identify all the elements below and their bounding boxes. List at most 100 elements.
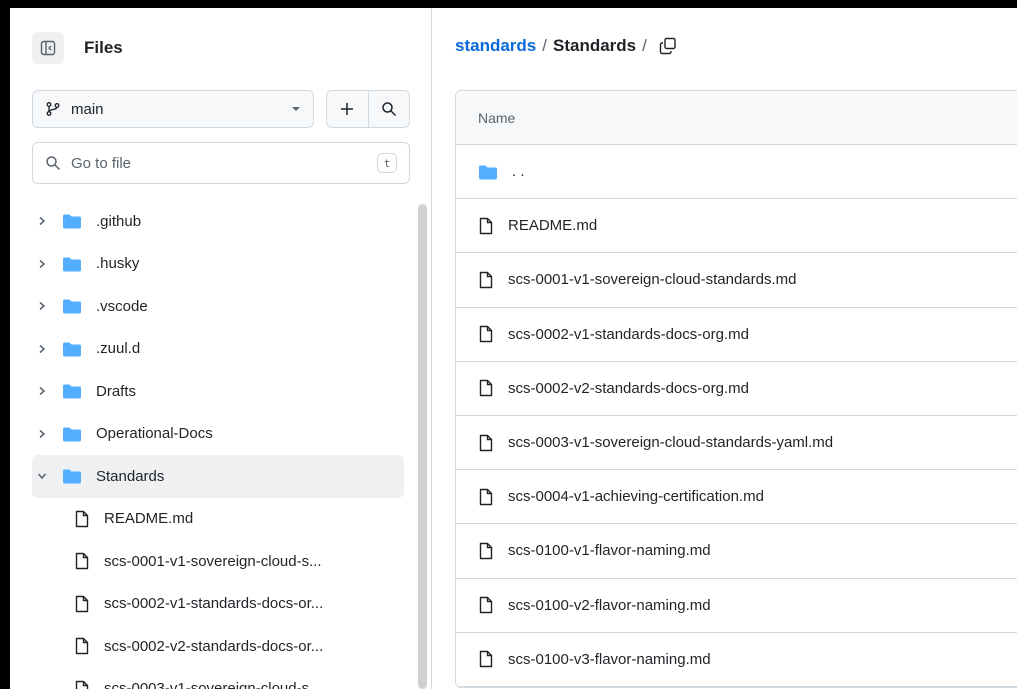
chevron-down-icon[interactable]	[34, 471, 50, 481]
file-icon	[478, 271, 494, 289]
breadcrumb-repo-link[interactable]: standards	[455, 36, 536, 56]
breadcrumb: standards / Standards /	[455, 36, 677, 56]
app-window: Files main Go to file t .github .husky .vs…	[10, 8, 1017, 689]
file-name-link[interactable]: . .	[512, 163, 525, 180]
tree-folder-item[interactable]: .husky	[32, 243, 404, 286]
caret-down-icon	[292, 107, 300, 111]
branch-name: main	[71, 100, 104, 118]
add-file-button[interactable]	[327, 91, 368, 127]
file-name-link[interactable]: scs-0100-v3-flavor-naming.md	[508, 651, 711, 668]
copy-path-icon[interactable]	[659, 37, 677, 55]
tree-file-item[interactable]: scs-0002-v1-standards-docs-or...	[32, 583, 404, 626]
tree-folder-item[interactable]: .github	[32, 200, 404, 243]
file-name-link[interactable]: scs-0004-v1-achieving-certification.md	[508, 488, 764, 505]
table-header: Name	[456, 91, 1017, 145]
folder-icon	[62, 256, 82, 272]
folder-icon	[62, 213, 82, 229]
tree-file-item[interactable]: scs-0001-v1-sovereign-cloud-s...	[32, 540, 404, 583]
table-row[interactable]: scs-0100-v3-flavor-naming.md	[456, 633, 1017, 687]
column-header-name: Name	[478, 109, 516, 126]
table-row[interactable]: scs-0002-v1-standards-docs-org.md	[456, 308, 1017, 362]
git-branch-icon	[46, 102, 60, 116]
file-table: Name . . README.md scs-0001-v1-sovereign-c…	[455, 90, 1017, 688]
file-icon	[478, 325, 494, 343]
file-icon	[74, 552, 90, 570]
file-icon	[478, 542, 494, 560]
tree-folder-item[interactable]: .zuul.d	[32, 328, 404, 371]
file-icon	[74, 595, 90, 613]
tree-item-label: .husky	[96, 255, 140, 273]
search-placeholder: Go to file	[71, 154, 132, 172]
breadcrumb-separator: /	[642, 36, 647, 55]
tree-item-label: scs-0003-v1-sovereign-cloud-s...	[104, 680, 322, 689]
table-row[interactable]: scs-0002-v2-standards-docs-org.md	[456, 362, 1017, 416]
file-actions-group	[326, 90, 410, 128]
branch-selector[interactable]: main	[32, 90, 314, 128]
file-name-link[interactable]: README.md	[508, 217, 597, 234]
file-name-link[interactable]: scs-0100-v1-flavor-naming.md	[508, 542, 711, 559]
file-icon	[74, 680, 90, 689]
tree-item-label: .github	[96, 212, 142, 230]
chevron-right-icon[interactable]	[34, 216, 50, 226]
folder-icon	[62, 383, 82, 399]
collapse-sidebar-button[interactable]	[32, 32, 64, 64]
folder-icon	[62, 298, 82, 314]
tree-item-label: scs-0002-v1-standards-docs-or...	[104, 595, 324, 613]
tree-item-label: Operational-Docs	[96, 425, 213, 443]
plus-icon	[341, 103, 354, 115]
tree-item-label: README.md	[104, 510, 194, 528]
tree-item-label: scs-0001-v1-sovereign-cloud-s...	[104, 552, 322, 570]
chevron-right-icon[interactable]	[34, 344, 50, 354]
file-icon	[478, 379, 494, 397]
file-icon	[478, 217, 494, 235]
file-name-link[interactable]: scs-0002-v1-standards-docs-org.md	[508, 326, 749, 343]
tree-folder-item[interactable]: Drafts	[32, 370, 404, 413]
sidebar-title: Files	[84, 38, 123, 57]
file-icon	[74, 637, 90, 655]
tree-item-label: .vscode	[96, 297, 148, 315]
file-name-link[interactable]: scs-0002-v2-standards-docs-org.md	[508, 380, 749, 397]
sidebar-header: Files	[32, 32, 123, 64]
tree-file-item[interactable]: README.md	[32, 498, 404, 541]
tree-folder-item[interactable]: .vscode	[32, 285, 404, 328]
folder-icon	[478, 164, 498, 180]
chevron-right-icon[interactable]	[34, 301, 50, 311]
breadcrumb-separator: /	[542, 36, 547, 55]
file-tree-sidebar: Files main Go to file t .github .husky .vs…	[10, 8, 432, 689]
table-row[interactable]: README.md	[456, 199, 1017, 254]
sidebar-scrollbar[interactable]	[418, 204, 427, 689]
file-name-link[interactable]: scs-0001-v1-sovereign-cloud-standards.md	[508, 271, 796, 288]
folder-icon	[62, 341, 82, 357]
file-name-link[interactable]: scs-0003-v1-sovereign-cloud-standards-ya…	[508, 434, 833, 451]
file-tree: .github .husky .vscode .zuul.d Drafts Operati…	[32, 200, 404, 689]
file-icon	[478, 650, 494, 668]
chevron-right-icon[interactable]	[34, 386, 50, 396]
search-code-button[interactable]	[367, 91, 410, 127]
folder-open-icon	[62, 468, 82, 484]
file-icon	[478, 488, 494, 506]
table-row[interactable]: scs-0100-v2-flavor-naming.md	[456, 579, 1017, 633]
sidebar-collapse-icon	[40, 40, 56, 56]
main-content: standards / Standards / Name . . README.m…	[433, 8, 1017, 689]
folder-icon	[62, 426, 82, 442]
tree-folder-item[interactable]: Operational-Docs	[32, 413, 404, 456]
go-to-file-input[interactable]: Go to file t	[32, 142, 410, 184]
tree-item-label: scs-0002-v2-standards-docs-or...	[104, 637, 324, 655]
search-icon	[46, 156, 61, 171]
chevron-right-icon[interactable]	[34, 259, 50, 269]
table-row[interactable]: scs-0001-v1-sovereign-cloud-standards.md	[456, 253, 1017, 308]
tree-item-label: .zuul.d	[96, 340, 141, 358]
tree-folder-item[interactable]: Standards	[32, 455, 404, 498]
table-row[interactable]: scs-0004-v1-achieving-certification.md	[456, 470, 1017, 525]
tree-file-item[interactable]: scs-0002-v2-standards-docs-or...	[32, 625, 404, 668]
table-row[interactable]: scs-0100-v1-flavor-naming.md	[456, 524, 1017, 579]
tree-item-label: Standards	[96, 467, 165, 485]
file-name-link[interactable]: scs-0100-v2-flavor-naming.md	[508, 597, 711, 614]
table-row[interactable]: scs-0003-v1-sovereign-cloud-standards-ya…	[456, 416, 1017, 471]
breadcrumb-current: Standards	[552, 36, 637, 55]
parent-directory-row[interactable]: . .	[456, 145, 1017, 200]
tree-file-item[interactable]: scs-0003-v1-sovereign-cloud-s...	[32, 668, 404, 689]
tree-item-label: Drafts	[96, 382, 137, 400]
chevron-right-icon[interactable]	[34, 429, 50, 439]
file-icon	[478, 434, 494, 452]
